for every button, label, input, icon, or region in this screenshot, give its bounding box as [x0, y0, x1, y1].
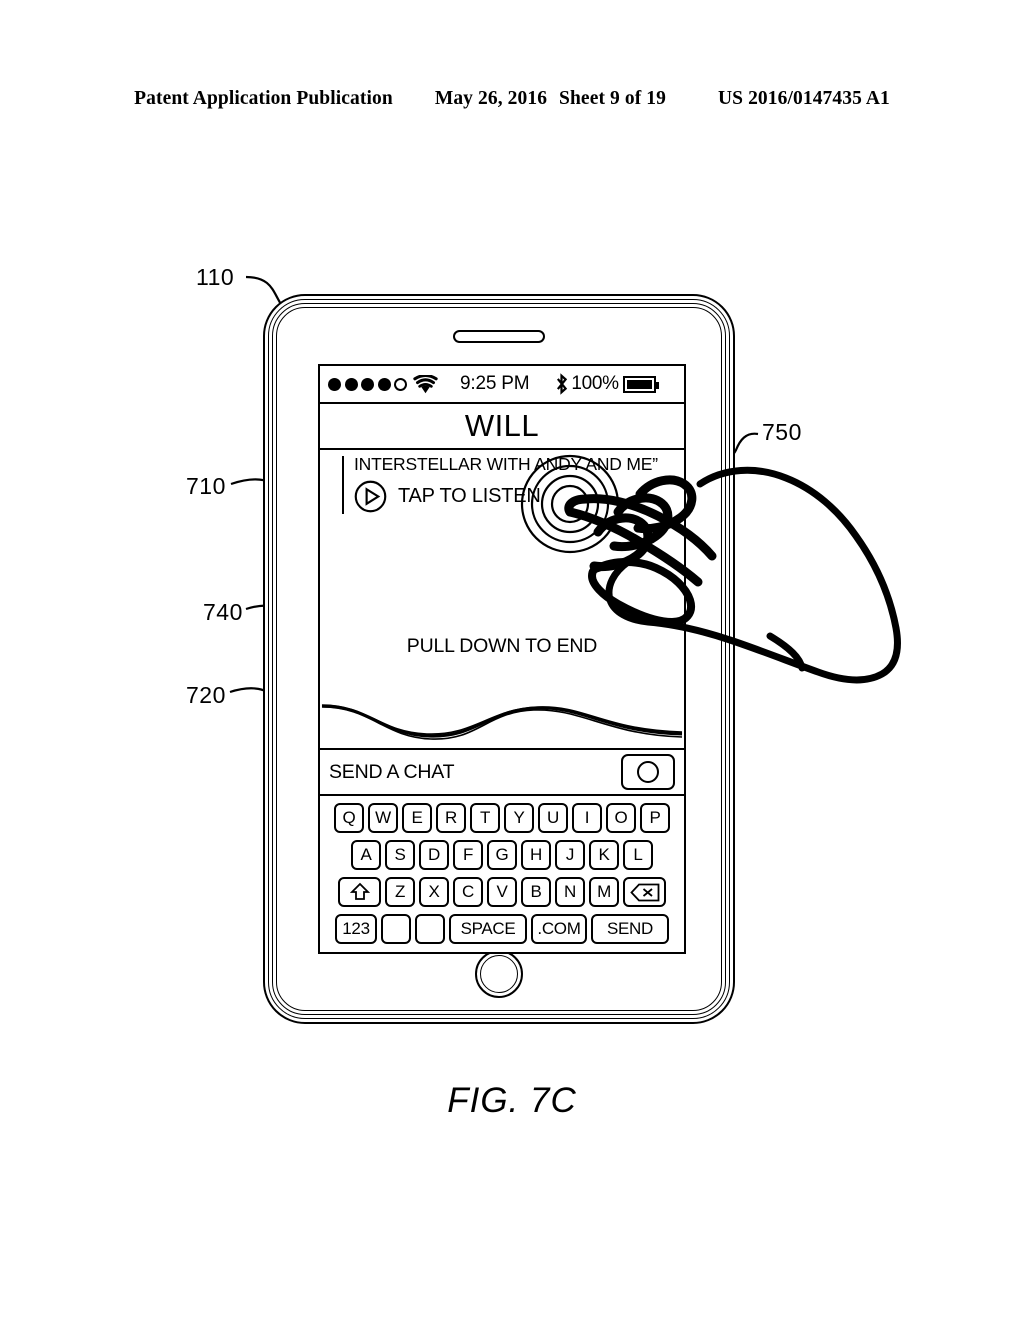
send-chat-bar[interactable]: SEND A CHAT — [320, 748, 684, 796]
bluetooth-icon — [557, 373, 568, 395]
key-x[interactable]: X — [419, 877, 449, 907]
key-y[interactable]: Y — [504, 803, 534, 833]
key-blank-1[interactable] — [381, 914, 411, 944]
signal-dot-filled — [361, 377, 374, 391]
shift-up-arrow-icon — [349, 882, 370, 900]
battery-icon — [622, 375, 659, 393]
key-s[interactable]: S — [385, 840, 415, 870]
key-u[interactable]: U — [538, 803, 568, 833]
on-screen-keyboard[interactable]: Q W E R T Y U I O P A S D F G H J K L Z … — [320, 796, 684, 952]
signal-dot-filled — [328, 377, 341, 391]
key-a[interactable]: A — [351, 840, 381, 870]
keyboard-row-4: 123 SPACE .COM SEND — [325, 914, 679, 944]
tap-to-listen-row[interactable]: TAP TO LISTEN — [354, 480, 684, 513]
signal-dot-filled — [344, 377, 358, 391]
key-send[interactable]: SEND — [591, 914, 669, 944]
reference-numeral-740: 740 — [203, 599, 243, 625]
key-l[interactable]: L — [623, 840, 653, 870]
publication-number: US 2016/0147435 A1 — [717, 88, 890, 109]
key-b[interactable]: B — [521, 877, 551, 907]
camera-shutter-button[interactable] — [621, 754, 675, 790]
key-backspace[interactable] — [623, 877, 666, 907]
home-button[interactable] — [475, 950, 523, 998]
publication-date: May 26, 2016 — [434, 88, 548, 109]
key-r[interactable]: R — [436, 803, 466, 833]
tap-to-listen-label: TAP TO LISTEN — [398, 485, 541, 507]
signal-strength-dots — [328, 377, 407, 391]
key-o[interactable]: O — [606, 803, 636, 833]
key-h[interactable]: H — [521, 840, 551, 870]
keyboard-row-2: A S D F G H J K L — [325, 840, 679, 870]
sheet-number: Sheet 9 of 19 — [559, 88, 666, 109]
play-circle-icon — [354, 480, 387, 513]
status-time: 9:25 PM — [460, 373, 530, 394]
key-p[interactable]: P — [640, 803, 670, 833]
key-blank-2[interactable] — [415, 914, 445, 944]
figure-caption: FIG. 7C — [447, 1081, 577, 1120]
key-space[interactable]: SPACE — [449, 914, 527, 944]
key-c[interactable]: C — [453, 877, 483, 907]
pull-down-to-end-label: PULL DOWN TO END — [406, 635, 598, 657]
key-t[interactable]: T — [470, 803, 500, 833]
device-screen: 9:25 PM 100% WILL INTERSTELLAR WITH ANDY… — [318, 364, 686, 954]
key-f[interactable]: F — [453, 840, 483, 870]
battery-percent: 100% — [571, 373, 619, 394]
patent-page-header: Patent Application Publication May 26, 20… — [0, 88, 1024, 110]
reference-numeral-710: 710 — [186, 473, 226, 499]
key-w[interactable]: W — [368, 803, 398, 833]
reference-numeral-720: 720 — [186, 682, 226, 708]
reference-numeral-750: 750 — [762, 419, 802, 445]
key-n[interactable]: N — [555, 877, 585, 907]
conversation-title-bar: WILL — [320, 404, 684, 450]
reference-numeral-110: 110 — [196, 264, 235, 290]
publication-label: Patent Application Publication — [134, 88, 393, 109]
key-d[interactable]: D — [419, 840, 449, 870]
key-shift[interactable] — [338, 877, 381, 907]
progress-wave — [321, 704, 683, 740]
key-m[interactable]: M — [589, 877, 619, 907]
story-message-block: INTERSTELLAR WITH ANDY AND ME” TAP TO LI… — [320, 454, 684, 514]
conversation-title: WILL — [464, 408, 540, 443]
key-q[interactable]: Q — [334, 803, 364, 833]
key-v[interactable]: V — [487, 877, 517, 907]
key-k[interactable]: K — [589, 840, 619, 870]
wifi-icon — [413, 374, 438, 393]
key-g[interactable]: G — [487, 840, 517, 870]
status-bar: 9:25 PM 100% — [320, 366, 684, 404]
mobile-device: 9:25 PM 100% WILL INTERSTELLAR WITH ANDY… — [263, 294, 735, 1024]
key-j[interactable]: J — [555, 840, 585, 870]
signal-dot-empty — [394, 377, 407, 391]
key-numeric-mode[interactable]: 123 — [335, 914, 377, 944]
keyboard-row-1: Q W E R T Y U I O P — [325, 803, 679, 833]
camera-shutter-icon — [637, 761, 659, 783]
wrist-edge — [766, 632, 806, 672]
key-z[interactable]: Z — [385, 877, 415, 907]
key-i[interactable]: I — [572, 803, 602, 833]
story-content-area[interactable]: INTERSTELLAR WITH ANDY AND ME” TAP TO LI… — [320, 450, 684, 748]
key-dotcom[interactable]: .COM — [531, 914, 587, 944]
message-left-rule — [342, 456, 344, 514]
chat-input-placeholder[interactable]: SEND A CHAT — [329, 761, 621, 784]
signal-dot-filled — [377, 377, 391, 391]
story-message-text: INTERSTELLAR WITH ANDY AND ME” — [354, 454, 658, 474]
backspace-delete-icon — [629, 883, 659, 901]
earpiece-speaker — [453, 330, 545, 343]
key-e[interactable]: E — [402, 803, 432, 833]
keyboard-row-3: Z X C V B N M — [325, 877, 679, 907]
